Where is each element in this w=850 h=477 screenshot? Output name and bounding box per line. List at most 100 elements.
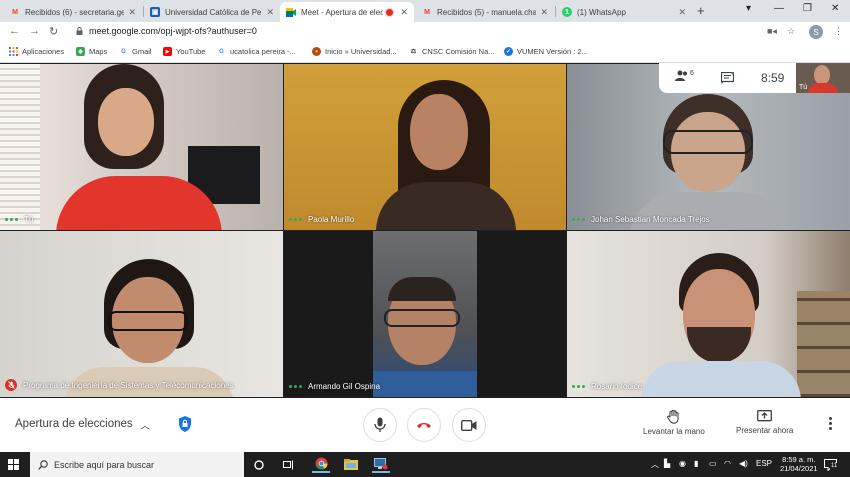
- bookmark-label: Inicio » Universidad...: [325, 47, 397, 56]
- gmail-icon: M: [424, 8, 430, 16]
- recording-indicator-icon: [386, 8, 394, 16]
- self-view-shirt: [808, 83, 838, 93]
- participants-button[interactable]: 6: [675, 70, 694, 82]
- search-icon: [38, 459, 48, 470]
- bookmark-apps[interactable]: Aplicaciones: [9, 47, 64, 56]
- tab-title: (1) WhatsApp: [577, 7, 626, 17]
- profile-avatar[interactable]: S: [809, 25, 823, 39]
- microphone-button[interactable]: [363, 408, 397, 442]
- participant-face: [98, 88, 154, 156]
- participant-name-tag: Armando Gil Ospina: [289, 382, 380, 391]
- participant-tile-paola[interactable]: Paola Murillo: [284, 64, 566, 230]
- participant-tile-self[interactable]: Tú: [0, 64, 283, 230]
- camera-in-use-icon[interactable]: ■◂: [767, 26, 777, 37]
- meeting-controls-bar: Apertura de elecciones ︿ Levantar la man…: [0, 398, 850, 452]
- participant-name: Programa de Ingeniería de Sistemas y Tel…: [23, 380, 234, 390]
- tray-overflow-icon[interactable]: ︿: [651, 459, 659, 470]
- taskbar-clock[interactable]: 8:59 a. m. 21/04/2021: [780, 455, 818, 473]
- apps-grid-icon: [9, 47, 18, 56]
- participant-face: [410, 94, 468, 170]
- participant-tile-rosario[interactable]: Rosario Iodice: [567, 231, 850, 397]
- address-bar[interactable]: meet.google.com/opj-wjpt-ofs?authuser=0: [89, 26, 257, 36]
- close-window-icon[interactable]: ✕: [831, 3, 839, 14]
- bookmark-star-icon[interactable]: ☆: [787, 26, 795, 37]
- camera-button[interactable]: [452, 408, 486, 442]
- raise-hand-icon: [667, 410, 679, 424]
- host-controls-shield-icon[interactable]: [177, 415, 193, 433]
- bookmark-vumen[interactable]: ✓ VUMEN Versión : 2...: [504, 47, 588, 56]
- tray-shield-icon[interactable]: ◉: [679, 459, 686, 468]
- tray-display-icon[interactable]: ▭: [709, 459, 717, 468]
- present-now-button[interactable]: Presentar ahora: [736, 410, 793, 435]
- participant-name: Johan Sebastian Moncada Trejos: [591, 215, 710, 224]
- tray-wifi-icon[interactable]: ◠: [724, 459, 731, 468]
- meeting-info-panel: 6 8:59: [659, 63, 796, 93]
- chat-button[interactable]: [720, 71, 735, 89]
- file-explorer-icon[interactable]: [342, 456, 360, 473]
- tab-meet[interactable]: Meet - Apertura de elecc ✕: [280, 2, 414, 22]
- remote-desktop-icon[interactable]: [372, 456, 390, 473]
- bookmark-maps[interactable]: ◆ Maps: [76, 47, 107, 56]
- leave-call-button[interactable]: [407, 408, 441, 442]
- tray-battery-icon[interactable]: ▮: [694, 459, 698, 468]
- tab-whatsapp[interactable]: 1 (1) WhatsApp ✕: [556, 2, 692, 22]
- bookmark-gmail[interactable]: G Gmail: [119, 47, 151, 56]
- tab-universidad[interactable]: ▣ Universidad Católica de Perei ✕: [144, 2, 280, 22]
- forward-icon[interactable]: →: [29, 25, 40, 37]
- meeting-title[interactable]: Apertura de elecciones: [15, 418, 133, 430]
- tab-gmail-secretaria[interactable]: M Recibidos (6) - secretaria.gen ✕: [4, 2, 142, 22]
- tab-gmail-manuela[interactable]: M Recibidos (5) - manuela.chali ✕: [416, 2, 554, 22]
- tray-app-icon[interactable]: ▙: [664, 459, 670, 468]
- tray-volume-icon[interactable]: ◀): [739, 459, 748, 468]
- participant-beard: [687, 327, 751, 363]
- chrome-taskbar-icon[interactable]: [312, 456, 330, 473]
- close-icon[interactable]: ✕: [128, 7, 136, 18]
- bookshelf: [797, 291, 850, 397]
- taskbar-search-box[interactable]: Escribe aquí para buscar: [30, 452, 244, 477]
- speaking-indicator-icon: [572, 385, 585, 388]
- back-icon[interactable]: ←: [9, 25, 20, 37]
- bookmark-label: Maps: [89, 47, 108, 56]
- participant-shirt: [641, 361, 801, 397]
- notifications-button[interactable]: 11: [824, 458, 839, 476]
- participant-name-tag: Paola Murillo: [289, 215, 354, 224]
- glasses: [663, 130, 753, 154]
- more-options-icon[interactable]: [826, 417, 834, 433]
- task-view-icon[interactable]: [279, 456, 297, 473]
- tray-language[interactable]: ESP: [756, 459, 772, 468]
- close-icon[interactable]: ✕: [400, 7, 408, 18]
- tab-strip: M Recibidos (6) - secretaria.gen ✕ ▣ Uni…: [0, 0, 850, 22]
- lock-icon[interactable]: [76, 27, 83, 35]
- close-icon[interactable]: ✕: [540, 7, 548, 18]
- participant-name: Paola Murillo: [308, 215, 355, 224]
- minimize-icon[interactable]: —: [774, 3, 784, 14]
- tab-title: Recibidos (5) - manuela.chali: [437, 7, 537, 17]
- bookmark-youtube[interactable]: ▶ YouTube: [163, 47, 205, 56]
- windows-taskbar: Escribe aquí para buscar ︿ ▙ ◉ ▮ ▭ ◠ ◀) …: [0, 452, 850, 477]
- self-view-thumbnail[interactable]: Tú: [796, 63, 850, 93]
- participant-name-tag: Rosario Iodice: [572, 382, 642, 391]
- tab-search-icon[interactable]: ▾: [746, 3, 751, 14]
- bookmark-ucatolica[interactable]: G ucatolica pereira -...: [217, 47, 296, 56]
- close-icon[interactable]: ✕: [678, 7, 686, 18]
- window-blinds: [0, 64, 40, 230]
- bookmark-inicio[interactable]: ● Inicio » Universidad...: [312, 47, 397, 56]
- chevron-up-icon[interactable]: ︿: [140, 417, 150, 432]
- hang-up-icon: [417, 423, 431, 428]
- bookmark-label: VUMEN Versión : 2...: [517, 47, 588, 56]
- cortana-icon[interactable]: [250, 456, 268, 473]
- participant-name: Rosario Iodice: [591, 382, 643, 391]
- raise-hand-button[interactable]: Levantar la mano: [643, 410, 705, 436]
- browser-menu-icon[interactable]: ⋮: [834, 26, 843, 37]
- new-tab-icon[interactable]: +: [697, 3, 705, 18]
- close-icon[interactable]: ✕: [266, 7, 274, 18]
- bookmark-cnsc[interactable]: ⚖ CNSC Comisión Na...: [409, 47, 495, 56]
- windows-start-icon[interactable]: [8, 459, 19, 470]
- participant-tile-programa[interactable]: Programa de Ingeniería de Sistemas y Tel…: [0, 231, 283, 397]
- reload-icon[interactable]: ↻: [49, 25, 58, 38]
- restore-icon[interactable]: ❐: [803, 3, 812, 14]
- mic-off-icon: [5, 379, 17, 391]
- participant-tile-armando[interactable]: Armando Gil Ospina: [284, 231, 566, 397]
- speaking-indicator-icon: [5, 218, 18, 221]
- gmail-icon: M: [12, 8, 18, 16]
